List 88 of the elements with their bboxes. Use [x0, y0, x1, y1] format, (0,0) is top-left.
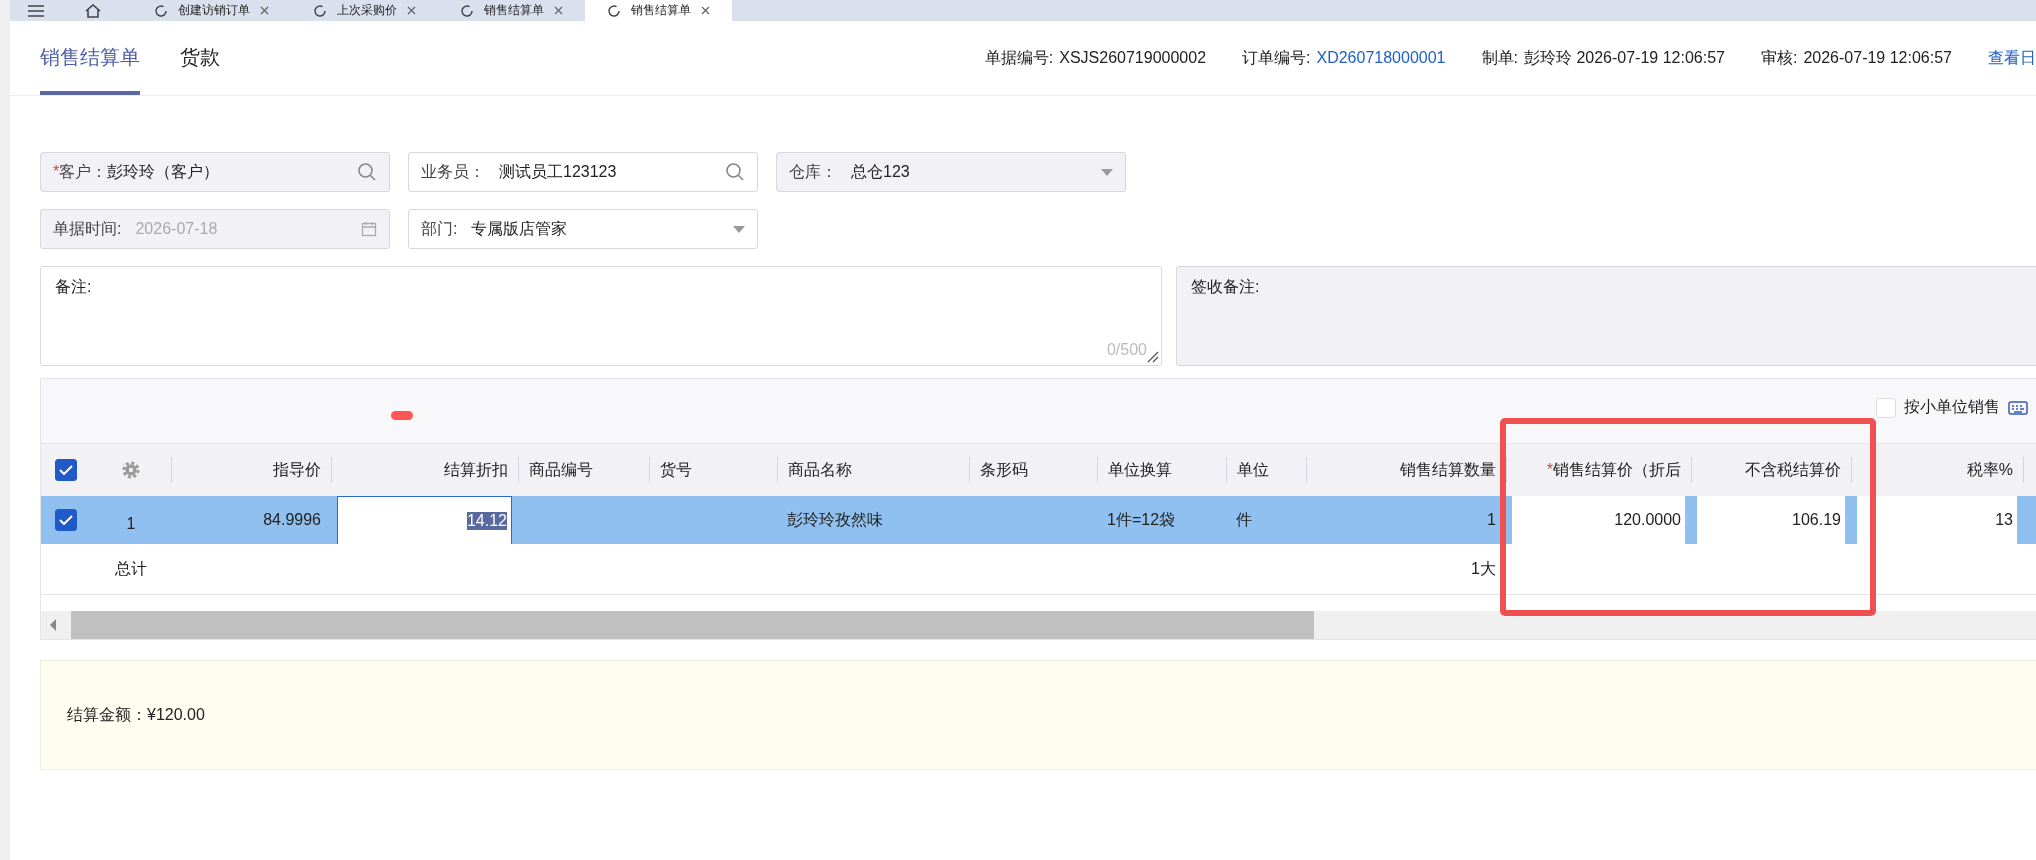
remarks-label: 备注: — [55, 278, 92, 295]
info-label: 订单编号: — [1242, 47, 1311, 68]
required-mark: * — [53, 163, 60, 181]
field-value: 彭玲玲（客户） — [107, 161, 221, 182]
refresh-icon — [154, 3, 168, 18]
caret-icon[interactable] — [733, 225, 745, 233]
row-checkbox[interactable] — [55, 509, 77, 531]
column-header[interactable]: 税率% — [1966, 457, 2013, 483]
table-cell: 1 — [1487, 511, 1496, 529]
menu-icon[interactable] — [28, 4, 44, 17]
column-header[interactable]: 不含税结算价 — [1745, 457, 1841, 483]
tab-label: 上次采购价 — [337, 2, 397, 19]
app-tab[interactable]: 上次采购价 — [291, 0, 438, 21]
order-link[interactable]: XD260718000001 — [1316, 49, 1446, 67]
form-field[interactable]: 业务员： 测试员工123123 — [408, 152, 758, 192]
form-field[interactable]: 部门: 专属版店管家 — [408, 209, 758, 249]
column-header[interactable]: 货号 — [660, 457, 692, 483]
column-header[interactable]: 销售结算价（折后 — [1553, 457, 1681, 483]
field-value: 总仓123 — [851, 161, 911, 182]
refresh-icon — [313, 3, 327, 18]
cell-input[interactable]: 14.12 — [337, 496, 512, 544]
info-value: 2026-07-19 12:06:57 — [1803, 49, 1952, 67]
column-header[interactable]: 指导价 — [273, 457, 321, 483]
table-cell-text: 1件=12袋 — [1107, 509, 1176, 530]
refresh-icon — [460, 3, 474, 18]
tab-label: 创建访销订单 — [178, 2, 250, 19]
column-header[interactable]: 商品编号 — [529, 457, 593, 483]
cell-input[interactable]: 120.0000 — [1512, 496, 1685, 544]
check-icon — [59, 465, 73, 475]
app-tab[interactable]: 销售结算单 — [585, 0, 732, 21]
field-label: 单据时间: — [53, 218, 122, 239]
resize-grip-icon[interactable] — [1147, 351, 1159, 363]
field-value: 专属版店管家 — [471, 218, 569, 239]
field-label: 部门: — [421, 218, 458, 239]
table-row[interactable]: 1 84.9996 14.12 彭玲玲孜然味 1件=12袋 件 1 120.0000 106.19 13 — [41, 496, 2036, 544]
info-label: 审核: — [1760, 47, 1798, 68]
info-value: 彭玲玲 2026-07-19 12:06:57 — [1523, 47, 1725, 68]
refresh-icon — [607, 3, 621, 18]
remarks-field[interactable]: 备注: 0/500 — [40, 266, 1162, 366]
app-tab[interactable]: 销售结算单 — [438, 0, 585, 21]
required-mark: * — [1546, 460, 1553, 480]
cell-input[interactable]: 13 — [1857, 496, 2017, 544]
page-tab[interactable]: 货款 — [180, 21, 220, 95]
checkbox-label: 按小单位销售 — [1904, 397, 2000, 417]
column-header[interactable]: 商品名称 — [788, 457, 852, 483]
horizontal-scrollbar[interactable] — [41, 611, 2036, 639]
scrollbar-thumb[interactable] — [71, 611, 1314, 639]
tab-label: 销售结算单 — [631, 2, 691, 19]
cell-input[interactable]: 106.19 — [1697, 496, 1845, 544]
check-icon — [59, 515, 73, 525]
info-label: 单据编号: — [984, 47, 1054, 68]
field-value: 测试员工123123 — [499, 161, 618, 182]
tab-label: 销售结算单 — [484, 2, 544, 19]
close-icon[interactable] — [554, 6, 563, 15]
keyboard-icon[interactable] — [2008, 400, 2028, 415]
char-counter: 0/500 — [1106, 341, 1147, 359]
row-number: 1 — [126, 514, 136, 533]
column-header[interactable]: 结算折扣 — [444, 457, 508, 483]
column-header[interactable]: 条形码 — [980, 457, 1028, 483]
table-cell-text: 件 — [1236, 509, 1252, 530]
column-header[interactable]: 销售结算数量 — [1400, 457, 1496, 483]
field-value: 2026-07-18 — [135, 220, 219, 238]
column-header[interactable]: 单位换算 — [1108, 457, 1172, 483]
field-label: 业务员： — [421, 161, 485, 182]
checkbox[interactable] — [1876, 397, 1896, 418]
column-header[interactable]: 单位 — [1237, 457, 1269, 483]
page-tab[interactable]: 销售结算单 — [40, 21, 140, 95]
close-icon[interactable] — [407, 6, 416, 15]
select-all-checkbox[interactable] — [55, 459, 77, 481]
app-tab[interactable]: 创建访销订单 — [132, 0, 291, 21]
receipt-remarks-label: 签收备注: — [1191, 278, 1260, 295]
search-icon[interactable] — [725, 162, 745, 182]
info-label: 制单: — [1481, 47, 1518, 68]
close-icon[interactable] — [701, 6, 710, 15]
total-quantity: 1大 — [1471, 558, 1496, 579]
field-label: 仓库： — [789, 161, 837, 182]
settlement-amount: 结算金额：¥120.00 — [67, 704, 205, 725]
field-label: 客户： — [59, 161, 108, 182]
info-value: XSJS260719000002 — [1059, 49, 1207, 67]
scroll-left-icon[interactable] — [49, 619, 57, 631]
view-log-link[interactable]: 查看日 — [1988, 47, 2036, 69]
total-label: 总计 — [115, 558, 147, 579]
home-icon[interactable] — [84, 3, 102, 18]
table-cell: 84.9996 — [263, 511, 321, 529]
settings-icon[interactable] — [121, 460, 141, 480]
close-icon[interactable] — [260, 6, 269, 15]
status-pill — [391, 411, 413, 420]
table-cell-text: 彭玲玲孜然味 — [787, 509, 883, 530]
